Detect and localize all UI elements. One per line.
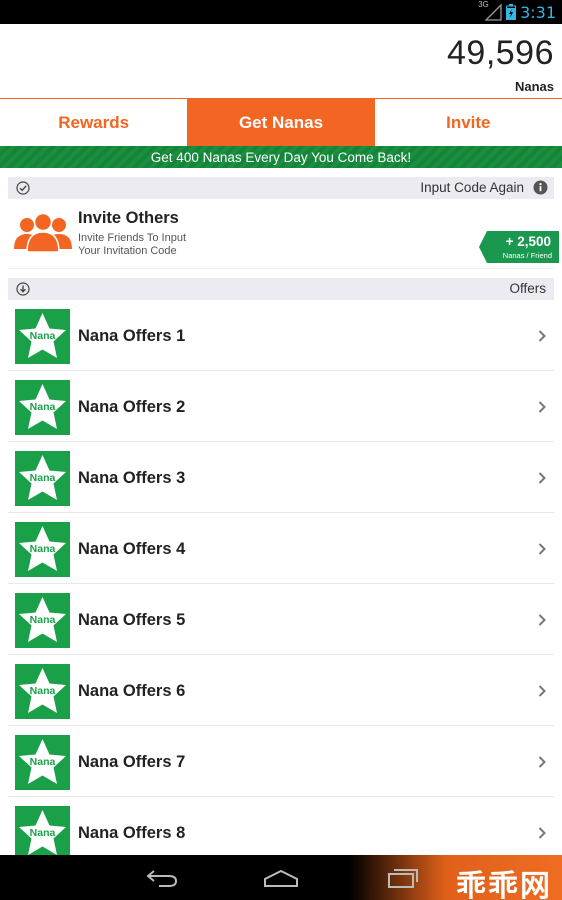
tab-invite[interactable]: Invite (375, 99, 562, 146)
offer-icon-label: Nana (29, 827, 56, 839)
offer-icon-label: Nana (29, 401, 56, 413)
offer-item-1[interactable]: Nana Nana Offers 1 (8, 301, 554, 371)
offer-label: Nana Offers 2 (78, 398, 186, 416)
offer-icon-label: Nana (29, 472, 56, 484)
offer-item-6[interactable]: Nana Nana Offers 6 (8, 656, 554, 726)
offer-icon-label: Nana (29, 756, 56, 768)
offer-label: Nana Offers 7 (78, 753, 186, 771)
chevron-right-icon (538, 400, 546, 418)
back-icon[interactable] (145, 867, 179, 894)
invite-desc-line1: Invite Friends To Input (78, 232, 187, 244)
offers-label: Offers (509, 281, 546, 296)
star-icon: Nana (15, 380, 70, 435)
offer-icon-label: Nana (29, 543, 56, 555)
signal-type-label: 3G (478, 0, 489, 9)
tab-bar: Rewards Get Nanas Invite (0, 98, 562, 146)
offer-label: Nana Offers 4 (78, 540, 186, 558)
watermark-text: 乖乖网 (456, 869, 552, 900)
offer-item-5[interactable]: Nana Nana Offers 5 (8, 585, 554, 655)
invite-reward-badge: + 2,500 Nanas / Friend (479, 231, 559, 263)
offer-item-2[interactable]: Nana Nana Offers 2 (8, 372, 554, 442)
star-icon: Nana (15, 522, 70, 577)
offer-icon-label: Nana (29, 330, 56, 342)
status-bar: 3G 3:31 (0, 0, 562, 24)
offer-item-4[interactable]: Nana Nana Offers 4 (8, 514, 554, 584)
invite-others-card[interactable]: Invite Others Invite Friends To Input Yo… (8, 199, 559, 269)
invite-desc-line2: Your Invitation Code (78, 245, 177, 257)
offer-icon-label: Nana (29, 685, 56, 697)
offer-item-3[interactable]: Nana Nana Offers 3 (8, 443, 554, 513)
invite-description: Invite Friends To Input Your Invitation … (78, 232, 218, 258)
offer-label: Nana Offers 8 (78, 824, 186, 842)
battery-charging-icon (506, 4, 517, 20)
chevron-right-icon (538, 329, 546, 347)
reward-amount: + 2,500 (505, 234, 551, 249)
balance-unit: Nanas (514, 79, 554, 94)
star-icon: Nana (15, 309, 70, 364)
offer-label: Nana Offers 5 (78, 611, 186, 629)
chevron-right-icon (538, 542, 546, 560)
people-group-icon (14, 212, 72, 258)
balance-header: 49,596 Nanas (0, 24, 562, 98)
home-icon[interactable] (263, 867, 299, 894)
reward-unit: Nanas / Friend (502, 251, 552, 260)
check-circle-icon (16, 181, 30, 200)
offer-label: Nana Offers 6 (78, 682, 186, 700)
input-code-header[interactable]: Input Code Again (8, 177, 554, 199)
daily-bonus-banner: Get 400 Nanas Every Day You Come Back! (0, 146, 562, 168)
chevron-right-icon (538, 613, 546, 631)
offer-item-7[interactable]: Nana Nana Offers 7 (8, 727, 554, 797)
chevron-right-icon (538, 755, 546, 773)
star-icon: Nana (15, 806, 70, 861)
star-icon: Nana (15, 735, 70, 790)
info-icon[interactable] (533, 180, 548, 200)
offer-label: Nana Offers 1 (78, 327, 186, 345)
tab-rewards[interactable]: Rewards (0, 99, 187, 146)
clock: 3:31 (520, 2, 556, 22)
tab-get-nanas[interactable]: Get Nanas (187, 99, 375, 146)
star-icon: Nana (15, 593, 70, 648)
balance-value: 49,596 (447, 34, 554, 72)
star-icon: Nana (15, 664, 70, 719)
watermark: 乖乖网 (350, 855, 562, 900)
offer-label: Nana Offers 3 (78, 469, 186, 487)
star-icon: Nana (15, 451, 70, 506)
invite-title: Invite Others (78, 209, 179, 227)
recent-apps-icon[interactable] (386, 867, 420, 894)
offers-header: Offers (8, 278, 554, 300)
status-icons: 3G 3:31 (478, 0, 556, 24)
signal-icon: 3G (478, 0, 502, 21)
chevron-right-icon (538, 826, 546, 844)
chevron-right-icon (538, 471, 546, 489)
system-nav-bar: 乖乖网 (0, 855, 562, 900)
download-circle-icon (16, 282, 30, 301)
chevron-right-icon (538, 684, 546, 702)
offer-icon-label: Nana (29, 614, 56, 626)
input-code-label: Input Code Again (420, 180, 524, 195)
